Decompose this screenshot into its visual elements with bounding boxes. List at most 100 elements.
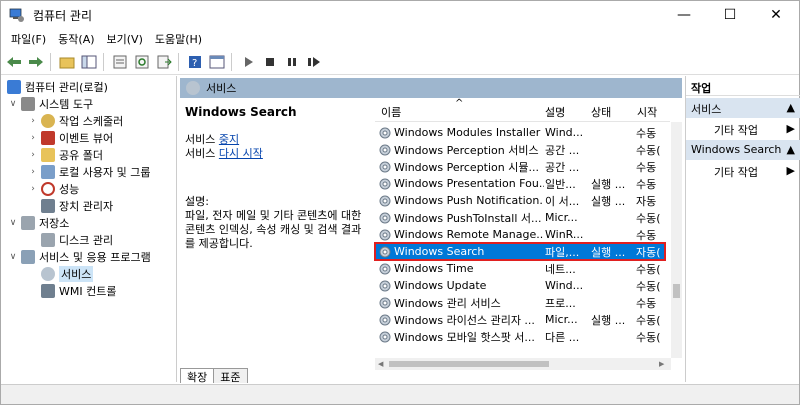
menu-file[interactable]: 파일(F) bbox=[11, 31, 46, 47]
restart-icon[interactable] bbox=[305, 53, 323, 71]
tab-standard[interactable]: 표준 bbox=[213, 368, 248, 384]
menu-help[interactable]: 도움말(H) bbox=[155, 31, 202, 47]
gear-icon bbox=[379, 331, 391, 342]
tree-item-task-scheduler[interactable]: › 작업 스케줄러 bbox=[27, 112, 123, 129]
pause-icon[interactable] bbox=[283, 53, 301, 71]
service-row[interactable]: Windows Remote Manage... WinR... 수동 bbox=[375, 226, 665, 243]
gear-icon bbox=[379, 297, 391, 308]
service-row[interactable]: Windows 관리 서비스 프로... 수동 bbox=[375, 294, 665, 311]
close-button[interactable]: ✕ bbox=[753, 1, 799, 29]
gear-icon bbox=[379, 263, 391, 274]
chevron-right-icon: ▶ bbox=[786, 164, 795, 177]
shared-folder-icon bbox=[41, 147, 55, 162]
computer-management-icon bbox=[9, 7, 25, 23]
list-header: 이름 ^ 설명 상태 시작 bbox=[375, 98, 670, 122]
minimize-button[interactable]: — bbox=[661, 1, 707, 29]
back-icon[interactable] bbox=[5, 53, 23, 71]
tree-item-services[interactable]: 서비스 bbox=[39, 265, 94, 282]
properties-icon[interactable] bbox=[111, 53, 129, 71]
performance-icon bbox=[41, 181, 55, 196]
help-icon[interactable]: ? bbox=[186, 53, 204, 71]
actions-more-actions[interactable]: 기타 작업 ▶ bbox=[686, 118, 800, 138]
column-description[interactable]: 설명 bbox=[545, 104, 565, 120]
column-name[interactable]: 이름 bbox=[381, 104, 401, 120]
service-row[interactable]: Windows Update Wind... 수동( bbox=[375, 277, 665, 294]
tree-item-system-tools[interactable]: ∨ 시스템 도구 bbox=[7, 95, 93, 112]
tree-item-root[interactable]: 컴퓨터 관리(로컬) bbox=[5, 78, 108, 95]
actions-group-services[interactable]: 서비스 ▲ bbox=[686, 98, 800, 118]
service-row[interactable]: Windows Time 네트... 수동( bbox=[375, 260, 665, 277]
start-icon[interactable] bbox=[239, 53, 257, 71]
tree-item-local-users[interactable]: › 로컬 사용자 및 그룹 bbox=[27, 163, 150, 180]
gear-icon bbox=[379, 246, 391, 257]
collapse-icon[interactable]: ▲ bbox=[787, 143, 795, 157]
service-row[interactable]: Windows Perception 시뮬... 공간 ... 수동 bbox=[375, 158, 665, 175]
forward-icon[interactable] bbox=[27, 53, 45, 71]
disk-icon bbox=[41, 232, 55, 247]
service-row[interactable]: Windows 라이선스 관리자 ... Micr... 실행 ... 수동( bbox=[375, 311, 665, 328]
service-row[interactable]: Windows 모바일 핫스팟 서... 다른 ... 수동( bbox=[375, 328, 665, 345]
chevron-down-icon[interactable]: ∨ bbox=[7, 99, 19, 109]
chevron-right-icon: ▶ bbox=[786, 122, 795, 135]
chevron-right-icon[interactable]: › bbox=[27, 167, 39, 177]
chevron-down-icon[interactable]: ∨ bbox=[7, 252, 19, 262]
wmi-icon bbox=[41, 283, 55, 298]
chevron-right-icon[interactable]: › bbox=[27, 116, 39, 126]
users-icon bbox=[41, 164, 55, 179]
tree-item-services-apps[interactable]: ∨ 서비스 및 응용 프로그램 bbox=[7, 248, 151, 265]
chevron-right-icon[interactable]: › bbox=[27, 150, 39, 160]
vertical-scroll-thumb[interactable] bbox=[673, 284, 680, 298]
svg-text:?: ? bbox=[192, 58, 197, 69]
tree-item-performance[interactable]: › 성능 bbox=[27, 180, 79, 197]
menu-action[interactable]: 동작(A) bbox=[58, 31, 94, 47]
description-text: 파일, 전자 메일 및 기타 콘텐츠에 대한 콘텐츠 인덱싱, 속성 캐싱 및 … bbox=[185, 209, 362, 250]
collapse-icon[interactable]: ▲ bbox=[787, 101, 795, 115]
service-row[interactable]: Windows Push Notification... 이 서... 실행 ...… bbox=[375, 192, 665, 209]
gear-icon bbox=[186, 81, 200, 95]
tree-item-wmi[interactable]: WMI 컨트롤 bbox=[39, 282, 116, 299]
chevron-down-icon[interactable]: ∨ bbox=[7, 218, 19, 228]
clock-icon bbox=[41, 113, 55, 128]
restart-service-link[interactable]: 다시 시작 bbox=[219, 147, 263, 160]
actions-group-windows-search[interactable]: Windows Search ▲ bbox=[686, 140, 800, 160]
storage-icon bbox=[21, 215, 35, 230]
tree-item-storage[interactable]: ∨ 저장소 bbox=[7, 214, 69, 231]
service-row-selected[interactable]: Windows Search 파일,... 실행 ... 자동( bbox=[374, 242, 666, 261]
vertical-scrollbar[interactable] bbox=[671, 122, 682, 358]
actions-more-actions-search[interactable]: 기타 작업 ▶ bbox=[686, 160, 800, 180]
services-pane-header: 서비스 bbox=[180, 78, 682, 98]
service-row[interactable]: Windows PushToInstall 서... Micr... 수동( bbox=[375, 209, 665, 226]
chevron-right-icon[interactable]: › bbox=[27, 133, 39, 143]
gear-icon bbox=[379, 144, 391, 155]
services-pane: 서비스 Windows Search 서비스 중지 서비스 다시 시작 설명: … bbox=[180, 76, 682, 384]
service-row[interactable]: Windows Presentation Fou... 일반... 실행 ... 수동 bbox=[375, 175, 665, 192]
service-row[interactable]: Windows Modules Installer Wind... 수동 bbox=[375, 124, 665, 141]
tree-item-shared-folders[interactable]: › 공유 폴더 bbox=[27, 146, 103, 163]
event-viewer-icon bbox=[41, 130, 55, 145]
column-startup[interactable]: 시작 bbox=[637, 104, 657, 120]
console-icon[interactable] bbox=[208, 53, 226, 71]
gear-icon bbox=[379, 127, 391, 138]
stop-icon[interactable] bbox=[261, 53, 279, 71]
service-row[interactable]: Windows Perception 서비스 공간 ... 수동( bbox=[375, 141, 665, 158]
tree-item-disk-management[interactable]: 디스크 관리 bbox=[39, 231, 113, 248]
computer-management-icon bbox=[7, 79, 21, 94]
export-list-icon[interactable] bbox=[155, 53, 173, 71]
show-hide-tree-icon[interactable] bbox=[80, 53, 98, 71]
column-state[interactable]: 상태 bbox=[591, 104, 611, 120]
gear-icon bbox=[379, 314, 391, 325]
gear-icon bbox=[379, 161, 391, 172]
gear-icon bbox=[379, 178, 391, 189]
refresh-icon[interactable] bbox=[133, 53, 151, 71]
tree-item-event-viewer[interactable]: › 이벤트 뷰어 bbox=[27, 129, 113, 146]
maximize-button[interactable]: ☐ bbox=[707, 1, 753, 29]
chevron-right-icon[interactable]: › bbox=[27, 184, 39, 194]
tree-item-device-manager[interactable]: 장치 관리자 bbox=[39, 197, 113, 214]
tab-extended[interactable]: 확장 bbox=[180, 368, 215, 384]
menu-view[interactable]: 보기(V) bbox=[107, 31, 143, 47]
up-folder-icon[interactable] bbox=[58, 53, 76, 71]
gear-icon bbox=[41, 266, 55, 281]
navigation-tree: 컴퓨터 관리(로컬) ∨ 시스템 도구 › 작업 스케줄러 › 이벤트 뷰어 ›… bbox=[1, 76, 177, 382]
gear-icon bbox=[379, 195, 391, 206]
actions-pane: 작업 서비스 ▲ 기타 작업 ▶ Windows Search ▲ 기타 작업 … bbox=[685, 76, 800, 382]
